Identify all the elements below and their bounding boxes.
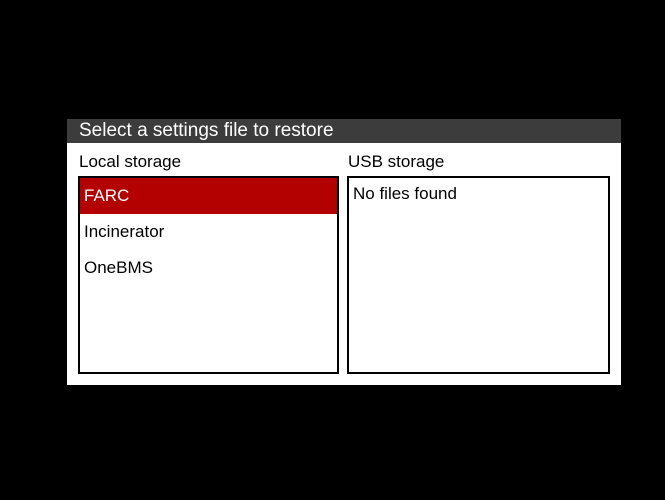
no-files-message: No files found	[353, 184, 457, 203]
file-item-onebms[interactable]: OneBMS	[80, 250, 337, 286]
dialog-title: Select a settings file to restore	[67, 119, 621, 143]
usb-storage-label: USB storage	[348, 152, 445, 171]
restore-settings-dialog: Select a settings file to restore Local …	[67, 119, 621, 385]
local-storage-label: Local storage	[79, 152, 182, 171]
local-file-list[interactable]: FARC Incinerator OneBMS	[78, 176, 339, 374]
file-item-farc[interactable]: FARC	[80, 178, 337, 214]
file-item-incinerator[interactable]: Incinerator	[80, 214, 337, 250]
screen: Select a settings file to restore Local …	[0, 0, 665, 500]
usb-file-list[interactable]: No files found	[347, 176, 610, 374]
